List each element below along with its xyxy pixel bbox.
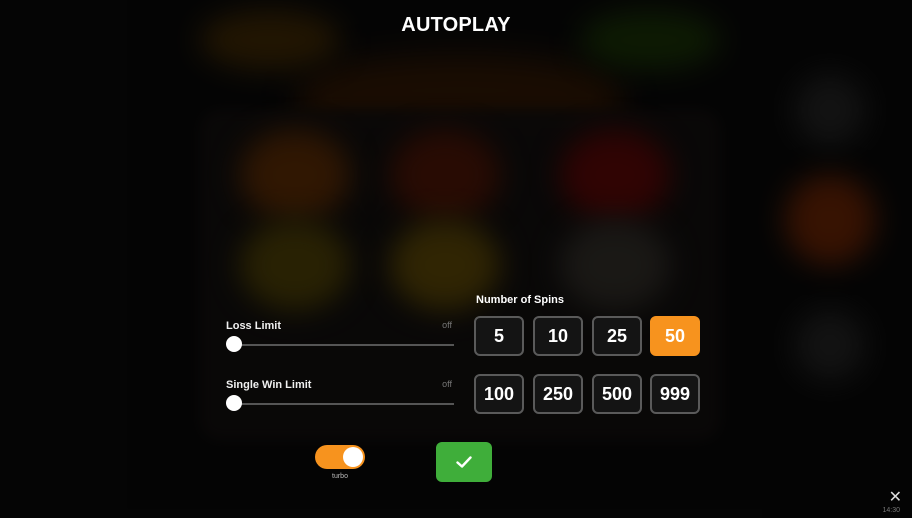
check-icon bbox=[456, 456, 472, 468]
close-icon[interactable]: ✕ bbox=[889, 487, 902, 507]
single-win-limit-label: Single Win Limit bbox=[226, 379, 312, 391]
loss-limit-slider-thumb[interactable] bbox=[226, 336, 242, 352]
single-win-limit-slider-track[interactable] bbox=[234, 403, 454, 405]
number-of-spins-label: Number of Spins bbox=[476, 294, 565, 306]
spin-option-button[interactable]: 25 bbox=[592, 316, 642, 356]
spin-option-button[interactable]: 10 bbox=[533, 316, 583, 356]
loss-limit-value: off bbox=[442, 320, 452, 330]
loss-limit-label: Loss Limit bbox=[226, 320, 282, 332]
spin-option-button[interactable]: 500 bbox=[592, 374, 642, 414]
spins-options: 5 10 25 50 100 250 500 999 bbox=[474, 316, 706, 416]
spin-option-button[interactable]: 250 bbox=[533, 374, 583, 414]
confirm-button[interactable] bbox=[436, 442, 492, 482]
clock-time: 14:30 bbox=[882, 507, 900, 514]
spin-option-button[interactable]: 999 bbox=[650, 374, 700, 414]
toggle-knob bbox=[343, 447, 363, 467]
loss-limit-control: Loss Limit off bbox=[226, 320, 454, 352]
game-background bbox=[0, 0, 912, 518]
single-win-limit-slider-thumb[interactable] bbox=[226, 395, 242, 411]
dialog-title: AUTOPLAY bbox=[401, 14, 511, 36]
single-win-limit-control: Single Win Limit off bbox=[226, 379, 454, 411]
turbo-toggle-label: turbo bbox=[332, 473, 348, 480]
spin-option-button[interactable]: 100 bbox=[474, 374, 524, 414]
turbo-toggle[interactable] bbox=[315, 445, 365, 469]
spin-option-button[interactable]: 5 bbox=[474, 316, 524, 356]
spin-option-button[interactable]: 50 bbox=[650, 316, 700, 356]
single-win-limit-value: off bbox=[442, 379, 452, 389]
loss-limit-slider-track[interactable] bbox=[234, 344, 454, 346]
